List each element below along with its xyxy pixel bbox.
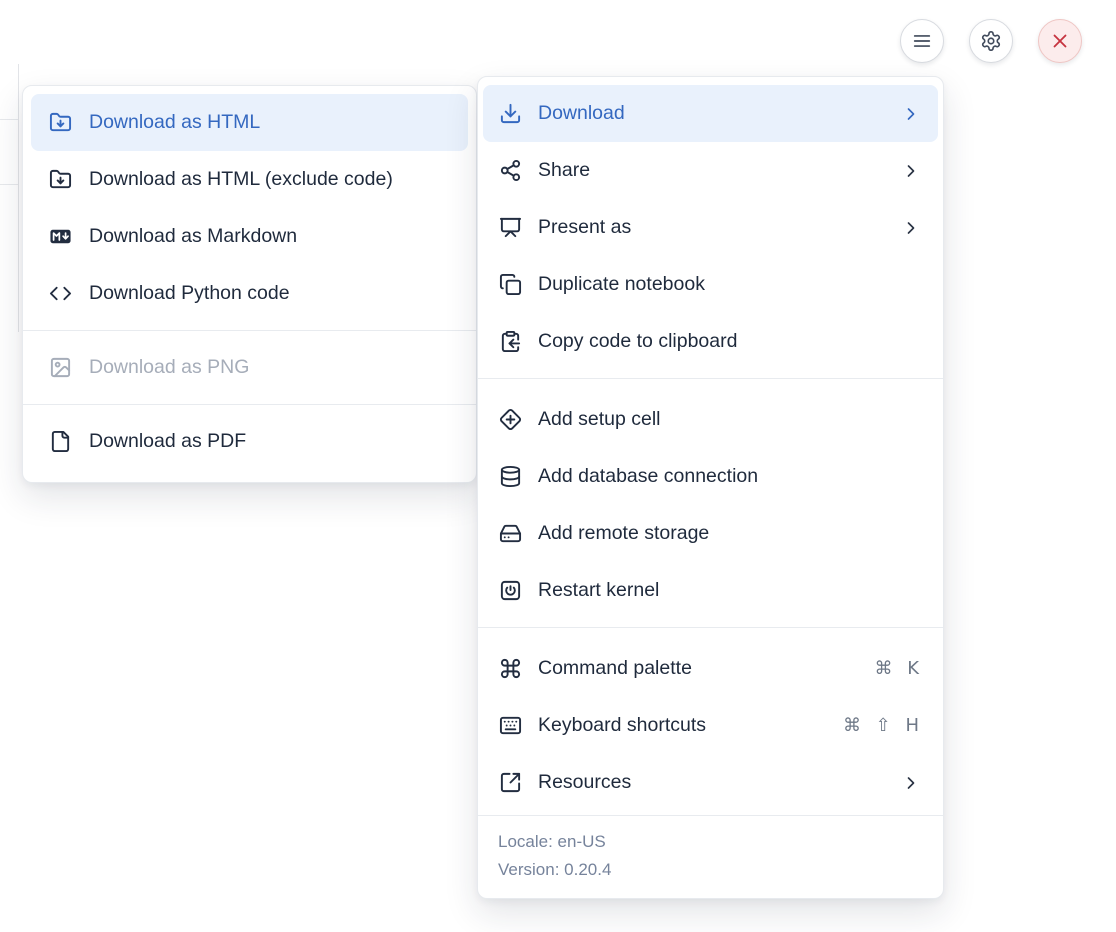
menu-footer: Locale: en-US Version: 0.20.4 [478, 816, 943, 898]
clipboard-copy-icon [498, 330, 522, 354]
menu-item-label: Download as PNG [89, 356, 249, 379]
presentation-icon [498, 216, 522, 240]
download-icon [498, 102, 522, 126]
menu-item-download-as-pdf[interactable]: Download as PDF [23, 413, 476, 470]
close-app-button[interactable] [1038, 19, 1082, 63]
menu-item-label: Present as [538, 216, 631, 239]
shortcut-command-shift-h: ⌘ ⇧ H [843, 715, 921, 736]
menu-item-label: Download as PDF [89, 430, 246, 453]
menu-item-label: Download Python code [89, 282, 290, 305]
chevron-right-icon [901, 218, 921, 238]
menu-item-download-as-html-exclude-code[interactable]: Download as HTML (exclude code) [23, 151, 476, 208]
menu-item-label: Restart kernel [538, 579, 659, 602]
chevron-right-icon [901, 161, 921, 181]
menu-divider [478, 378, 943, 379]
copy-icon [498, 273, 522, 297]
keyboard-icon [498, 714, 522, 738]
menu-item-label: Copy code to clipboard [538, 330, 737, 353]
external-link-icon [498, 771, 522, 795]
menu-item-command-palette[interactable]: Command palette ⌘ K [478, 640, 943, 697]
share-icon [498, 159, 522, 183]
background-cell-divider [0, 119, 18, 120]
command-icon [498, 657, 522, 681]
power-square-icon [498, 579, 522, 603]
file-icon [48, 430, 72, 454]
menu-item-label: Download as HTML [89, 111, 260, 134]
menu-item-label: Share [538, 159, 590, 182]
menu-divider [23, 404, 476, 405]
background-cell-divider [0, 184, 18, 185]
gear-icon [980, 30, 1002, 52]
settings-button[interactable] [969, 19, 1013, 63]
menu-item-download[interactable]: Download [483, 85, 938, 142]
menu-item-label: Add database connection [538, 465, 758, 488]
chevron-right-icon [901, 773, 921, 793]
menu-item-download-python-code[interactable]: Download Python code [23, 265, 476, 322]
menu-item-copy-code-to-clipboard[interactable]: Copy code to clipboard [478, 313, 943, 370]
folder-down-icon [48, 168, 72, 192]
menu-divider [478, 627, 943, 628]
menu-item-add-setup-cell[interactable]: Add setup cell [478, 391, 943, 448]
notebook-menu: Download Share Present as Duplicate note… [477, 76, 944, 899]
menu-item-label: Keyboard shortcuts [538, 714, 706, 737]
menu-item-label: Download as Markdown [89, 225, 297, 248]
menu-item-download-as-html[interactable]: Download as HTML [31, 94, 468, 151]
folder-down-icon [48, 111, 72, 135]
menu-item-restart-kernel[interactable]: Restart kernel [478, 562, 943, 619]
menu-item-add-database-connection[interactable]: Add database connection [478, 448, 943, 505]
menu-item-download-as-png: Download as PNG [23, 339, 476, 396]
menu-item-label: Download as HTML (exclude code) [89, 168, 393, 191]
hamburger-menu-icon [911, 30, 933, 52]
code-icon [48, 282, 72, 306]
version-text: Version: 0.20.4 [498, 856, 923, 884]
background-cell-border [18, 64, 19, 332]
image-icon [48, 356, 72, 380]
shortcut-command-k: ⌘ K [874, 658, 921, 679]
menu-item-label: Resources [538, 771, 631, 794]
menu-divider [23, 330, 476, 331]
locale-text: Locale: en-US [498, 828, 923, 856]
database-icon [498, 465, 522, 489]
menu-item-label: Duplicate notebook [538, 273, 705, 296]
menu-item-label: Add remote storage [538, 522, 709, 545]
menu-item-label: Command palette [538, 657, 692, 680]
menu-item-keyboard-shortcuts[interactable]: Keyboard shortcuts ⌘ ⇧ H [478, 697, 943, 754]
menu-item-label: Add setup cell [538, 408, 661, 431]
download-submenu: Download as HTML Download as HTML (exclu… [22, 85, 477, 483]
chevron-right-icon [901, 104, 921, 124]
menu-item-present-as[interactable]: Present as [478, 199, 943, 256]
menu-item-label: Download [538, 102, 625, 125]
menu-item-resources[interactable]: Resources [478, 754, 943, 811]
menu-item-download-as-markdown[interactable]: Download as Markdown [23, 208, 476, 265]
close-icon [1049, 30, 1071, 52]
markdown-download-icon [48, 225, 72, 249]
hard-drive-icon [498, 522, 522, 546]
menu-item-duplicate-notebook[interactable]: Duplicate notebook [478, 256, 943, 313]
notebook-menu-button[interactable] [900, 19, 944, 63]
menu-item-share[interactable]: Share [478, 142, 943, 199]
menu-item-add-remote-storage[interactable]: Add remote storage [478, 505, 943, 562]
diamond-plus-icon [498, 408, 522, 432]
